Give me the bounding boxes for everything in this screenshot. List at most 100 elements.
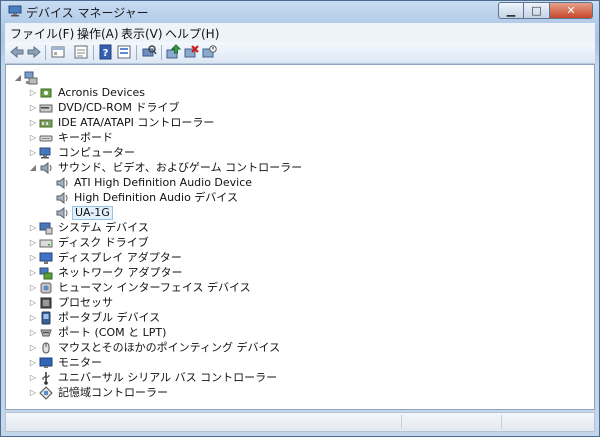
sound-icon [40, 162, 52, 174]
close-icon: ✕ [566, 4, 576, 17]
view-icon[interactable] [116, 44, 132, 60]
computer-icon [39, 147, 51, 159]
tree-device[interactable]: High Definition Audio デバイス [45, 191, 545, 206]
device-manager-window: デバイス マネージャー ▁ □ ✕ ファイル(F) 操作(A) 表示(V) ヘル… [0, 0, 600, 437]
monitor-icon [39, 357, 53, 368]
tree-category[interactable]: ▷ ポータブル デバイス [29, 311, 529, 326]
tree-category[interactable]: ▷ ヒューマン インターフェイス デバイス [29, 281, 529, 296]
tree-item-label: ユニバーサル シリアル バス コントローラー [58, 371, 278, 384]
expand-icon[interactable]: ▷ [29, 104, 37, 112]
back-icon[interactable] [9, 44, 25, 60]
toolbar: ? [5, 42, 595, 64]
tree-category[interactable]: ▷ Acronis Devices [29, 86, 529, 101]
tree-category[interactable]: ▷ コンピューター [29, 146, 529, 161]
tree-device[interactable]: ATI High Definition Audio Device [45, 176, 545, 191]
tree-item-label: ディスプレイ アダプター [58, 251, 182, 264]
expand-icon[interactable]: ▷ [29, 374, 37, 382]
status-cell-divider-1 [401, 415, 402, 429]
show-hide-icon[interactable] [50, 44, 66, 60]
menu-bar: ファイル(F) 操作(A) 表示(V) ヘルプ(H) [5, 23, 595, 42]
menu-help[interactable]: ヘルプ(H) [165, 25, 219, 42]
storage-icon [39, 386, 53, 400]
expand-icon[interactable]: ▷ [29, 254, 37, 262]
maximize-button[interactable]: □ [524, 2, 550, 19]
device-tree[interactable]: ◢ ▷ Acronis Devices ▷ DVD/CD-ROM ドライブ ▷ IDE A… [5, 64, 595, 410]
close-button[interactable]: ✕ [550, 2, 593, 19]
tree-item-label: コンピューター [58, 146, 135, 159]
device-manager-icon [8, 5, 22, 17]
expand-icon[interactable]: ▷ [29, 239, 37, 247]
tree-category[interactable]: ▷ マウスとそのほかのポインティング デバイス [29, 341, 529, 356]
tree-category[interactable]: ▷ プロセッサ [29, 296, 529, 311]
maximize-icon: □ [531, 4, 542, 17]
computer-root-icon [24, 71, 38, 85]
tree-category[interactable]: ▷ DVD/CD-ROM ドライブ [29, 101, 529, 116]
processor-icon [40, 297, 52, 309]
expand-icon[interactable]: ▷ [29, 329, 37, 337]
tree-root[interactable]: ◢ [14, 71, 74, 86]
speaker-icon [56, 192, 68, 204]
expand-icon[interactable]: ▷ [29, 359, 37, 367]
tree-item-label: ネットワーク アダプター [58, 266, 183, 279]
tree-category[interactable]: ▷ ポート (COM と LPT) [29, 326, 529, 341]
tree-item-label: モニター [58, 356, 102, 369]
tree-category[interactable]: ◢ サウンド、ビデオ、およびゲーム コントローラー [29, 161, 529, 176]
tree-item-label: Acronis Devices [58, 86, 145, 99]
tree-item-label: ディスク ドライブ [58, 236, 149, 249]
tree-category[interactable]: ▷ ネットワーク アダプター [29, 266, 529, 281]
expand-icon[interactable]: ▷ [29, 284, 37, 292]
dvd-icon [39, 104, 53, 113]
expand-icon[interactable]: ▷ [29, 119, 37, 127]
tree-category[interactable]: ▷ モニター [29, 356, 529, 371]
tree-item-label: ポータブル デバイス [58, 311, 161, 324]
tree-category[interactable]: ▷ 記憶域コントローラー [29, 386, 529, 401]
tree-category[interactable]: ▷ ユニバーサル シリアル バス コントローラー [29, 371, 529, 386]
minimize-icon: ▁ [506, 4, 516, 17]
tree-item-label: DVD/CD-ROM ドライブ [58, 101, 180, 114]
system-icon [39, 222, 53, 235]
expand-icon[interactable]: ▷ [29, 89, 37, 97]
menu-view[interactable]: 表示(V) [121, 25, 163, 42]
hid-icon [40, 282, 52, 294]
display-icon [39, 252, 53, 264]
menu-file[interactable]: ファイル(F) [10, 25, 74, 42]
mouse-icon [42, 342, 50, 354]
tree-item-label: High Definition Audio デバイス [74, 191, 238, 204]
tree-category[interactable]: ▷ IDE ATA/ATAPI コントローラー [29, 116, 529, 131]
scan-hardware-icon[interactable] [141, 44, 157, 60]
help-icon[interactable]: ? [98, 44, 114, 60]
update-driver-icon[interactable] [165, 44, 181, 60]
device-icon [40, 88, 52, 98]
tree-item-label: サウンド、ビデオ、およびゲーム コントローラー [58, 161, 303, 174]
tree-device[interactable]: UA-1G [45, 206, 545, 221]
keyboard-icon [39, 135, 53, 142]
tree-category[interactable]: ▷ キーボード [29, 131, 529, 146]
status-cell-divider-2 [501, 415, 502, 429]
expand-icon[interactable]: ▷ [29, 134, 37, 142]
expand-icon[interactable]: ▷ [29, 344, 37, 352]
expand-icon[interactable]: ▷ [29, 149, 37, 157]
disable-icon[interactable] [201, 44, 217, 60]
minimize-button[interactable]: ▁ [498, 2, 524, 19]
tree-category[interactable]: ▷ システム デバイス [29, 221, 529, 236]
expand-icon[interactable]: ▷ [29, 269, 37, 277]
expand-icon[interactable]: ▷ [29, 224, 37, 232]
expand-icon[interactable]: ▷ [29, 299, 37, 307]
forward-icon[interactable] [26, 44, 42, 60]
uninstall-icon[interactable] [183, 44, 199, 60]
expand-icon[interactable]: ▷ [29, 314, 37, 322]
speaker-icon [56, 177, 68, 189]
tree-category[interactable]: ▷ ディスプレイ アダプター [29, 251, 529, 266]
disk-icon [39, 239, 53, 248]
tree-item-label: ポート (COM と LPT) [58, 326, 167, 339]
port-icon [40, 329, 52, 337]
collapse-icon[interactable]: ◢ [29, 164, 37, 172]
properties-icon[interactable] [73, 44, 89, 60]
tree-item-label: ヒューマン インターフェイス デバイス [58, 281, 251, 294]
expand-icon[interactable]: ▷ [29, 389, 37, 397]
tree-category[interactable]: ▷ ディスク ドライブ [29, 236, 529, 251]
ide-icon [39, 119, 53, 128]
collapse-icon[interactable]: ◢ [14, 74, 22, 82]
title-bar[interactable]: デバイス マネージャー ▁ □ ✕ [1, 1, 599, 23]
menu-action[interactable]: 操作(A) [77, 25, 119, 42]
